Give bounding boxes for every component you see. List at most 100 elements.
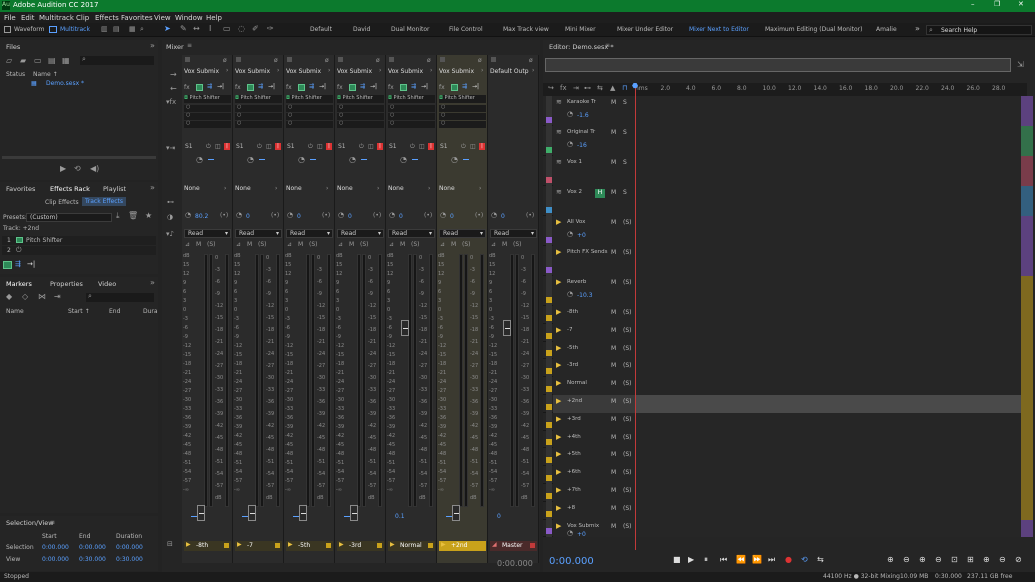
track-mute-button[interactable]: M xyxy=(611,416,616,423)
track-name[interactable]: -8th xyxy=(567,309,609,315)
strip-send-power-icon[interactable]: ⏻ xyxy=(410,143,415,151)
open-file-icon[interactable]: ▱ xyxy=(6,56,12,65)
track-mute-button[interactable]: M xyxy=(611,279,616,286)
track-solo-button[interactable]: (S) xyxy=(623,249,632,256)
track-lane[interactable] xyxy=(635,501,1021,520)
track-header[interactable]: ▶ +4th M (S) xyxy=(553,430,635,449)
strip-pan-value[interactable]: 0 xyxy=(246,213,250,220)
track-name[interactable]: Original Tr xyxy=(567,129,609,135)
strip-fx-prefader-icon[interactable]: →| xyxy=(370,83,377,90)
skip-selection-button[interactable]: ⇆ xyxy=(817,555,824,564)
strip-send-record-icon[interactable]: | xyxy=(326,143,332,150)
track-row[interactable]: ▶ +5th M (S) xyxy=(543,448,1033,467)
track-solo-button[interactable]: (S) xyxy=(623,380,632,387)
strip-fx-meter-icon[interactable]: ⇶ xyxy=(462,83,467,90)
strip-meter-toggle-icon[interactable]: ⊿ xyxy=(236,241,241,248)
zoom-out-tracks-icon[interactable]: ⊖ xyxy=(999,555,1006,564)
track-lane[interactable] xyxy=(635,126,1021,156)
strip-fx-slot-empty[interactable]: ○ xyxy=(439,120,486,128)
export-marker-icon[interactable]: ⇥ xyxy=(54,292,61,301)
strip-fx-slot-empty[interactable]: ○ xyxy=(337,104,384,112)
strip-fx-slot-1[interactable]: ◘ Pitch Shifter xyxy=(286,95,333,103)
strip-name-field[interactable]: ▶ -7 xyxy=(235,541,282,551)
track-mute-button[interactable]: M xyxy=(611,129,616,136)
markers-col-duration[interactable]: Dura xyxy=(143,308,158,315)
rewind-button[interactable]: ⏪ xyxy=(736,555,746,564)
strip-fx-slot-empty[interactable]: ○ xyxy=(337,112,384,120)
strip-send-volume-knob[interactable]: ◔ xyxy=(196,155,203,164)
strip-send-power-icon[interactable]: ⏻ xyxy=(461,143,466,151)
strip-fx-power-icon[interactable] xyxy=(349,84,356,91)
track-solo-button[interactable]: (S) xyxy=(623,279,632,286)
track-name[interactable]: Vox 1 xyxy=(567,159,609,165)
strip-fx-slot-empty[interactable]: ○ xyxy=(439,112,486,120)
track-name[interactable]: +5th xyxy=(567,451,609,457)
track-header[interactable]: ▶ +7th M (S) xyxy=(553,484,635,502)
strip-pan-value[interactable]: 0 xyxy=(501,213,505,220)
menu-window[interactable]: Window xyxy=(175,14,203,22)
zoom-selection-icon[interactable]: ⊞ xyxy=(967,555,974,564)
track-volume-knob[interactable]: ◔ xyxy=(567,140,573,148)
menu-favorites[interactable]: Favorites xyxy=(121,14,153,22)
track-lane[interactable] xyxy=(635,246,1021,276)
search-help-field[interactable]: ⌕ Search Help xyxy=(926,25,1032,35)
menu-edit[interactable]: Edit xyxy=(21,14,35,22)
track-row[interactable]: ▶ -5th M (S) xyxy=(543,341,1033,360)
fast-forward-button[interactable]: ⏩ xyxy=(752,555,762,564)
menu-clip[interactable]: Clip xyxy=(76,14,89,22)
track-name[interactable]: Karaoke Tr xyxy=(567,99,609,105)
track-lane[interactable] xyxy=(635,216,1021,246)
strip-fx-power-icon[interactable] xyxy=(247,84,254,91)
strip-volume-value[interactable]: 0.1 xyxy=(395,513,405,520)
track-header[interactable]: ≋ Original Tr M S ◔ -16 xyxy=(553,126,635,156)
track-mute-button[interactable]: M xyxy=(611,345,616,352)
track-solo-button[interactable]: (S) xyxy=(623,469,632,476)
sv-view-end[interactable]: 0:30.000 xyxy=(79,556,106,563)
workspace-max-track-view[interactable]: Max Track view xyxy=(503,26,549,33)
strip-volume-fader[interactable] xyxy=(350,505,358,521)
strip-fx-slot-empty[interactable]: ○ xyxy=(184,112,231,120)
strip-send-volume-knob[interactable]: ◔ xyxy=(247,155,254,164)
playhead-handle-icon[interactable]: ⬣ xyxy=(632,82,638,90)
track-row[interactable]: ▶ Pitch FX Sends M (S) xyxy=(543,246,1033,276)
waveform-button[interactable]: Waveform xyxy=(14,26,44,33)
strip-fx-power-icon[interactable] xyxy=(196,84,203,91)
favorite-star-icon[interactable]: ★ xyxy=(145,211,152,220)
spectral-icon[interactable]: ▥ xyxy=(101,25,108,33)
workspace-maximum-editing[interactable]: Maximum Editing (Dual Monitor) xyxy=(765,26,862,33)
preview-loop-icon[interactable]: ⟲ xyxy=(74,164,81,173)
markers-col-start[interactable]: Start ↑ xyxy=(68,308,90,315)
tab-markers[interactable]: Markers xyxy=(6,280,32,291)
panel-menu-icon[interactable]: » xyxy=(150,41,155,50)
presets-dropdown[interactable]: (Custom) xyxy=(26,213,112,222)
strip-meter-toggle-icon[interactable]: ⊿ xyxy=(287,241,292,248)
strip-meter-toggle-icon[interactable]: ⊿ xyxy=(491,241,496,248)
strip-send-volume-knob[interactable]: ◔ xyxy=(298,155,305,164)
track-lane[interactable] xyxy=(635,466,1021,484)
strip-automation-mode[interactable]: Read ▾ xyxy=(337,229,384,238)
track-solo-button[interactable]: S xyxy=(623,159,627,166)
strip-fx-meter-icon[interactable]: ⇶ xyxy=(411,83,416,90)
strip-fx-power-icon[interactable] xyxy=(298,84,305,91)
track-header[interactable]: ▶ +5th M (S) xyxy=(553,448,635,467)
track-mute-button[interactable]: M xyxy=(611,505,616,512)
track-lane[interactable] xyxy=(635,395,1021,413)
move-clip-icon[interactable]: ↪ xyxy=(548,84,554,92)
track-row[interactable]: ▶ +8 M (S) xyxy=(543,501,1033,520)
snap-icon[interactable]: ⊓ xyxy=(622,84,627,92)
slot-power-icon[interactable] xyxy=(16,237,23,243)
strip-volume-fader[interactable] xyxy=(401,320,409,336)
strip-send-volume-knob[interactable]: ◔ xyxy=(400,155,407,164)
track-name[interactable]: +4th xyxy=(567,434,609,440)
track-solo-button[interactable]: (S) xyxy=(623,451,632,458)
strip-output-select[interactable]: Vox Submix xyxy=(286,68,332,77)
move-tool-icon[interactable]: ➤ xyxy=(164,24,171,33)
strip-mute-button[interactable]: M xyxy=(349,241,354,248)
track-name[interactable]: Pitch FX Sends xyxy=(567,249,609,255)
strip-pan-value[interactable]: 80.2 xyxy=(195,213,208,220)
strip-fx-meter-icon[interactable]: ⇶ xyxy=(258,83,263,90)
strip-fx-slot-empty[interactable]: ○ xyxy=(388,104,435,112)
sv-selection-duration[interactable]: 0:00.000 xyxy=(116,544,143,551)
workspace-mixer-under-editor[interactable]: Mixer Under Editor xyxy=(617,26,673,33)
track-lane[interactable] xyxy=(635,377,1021,395)
